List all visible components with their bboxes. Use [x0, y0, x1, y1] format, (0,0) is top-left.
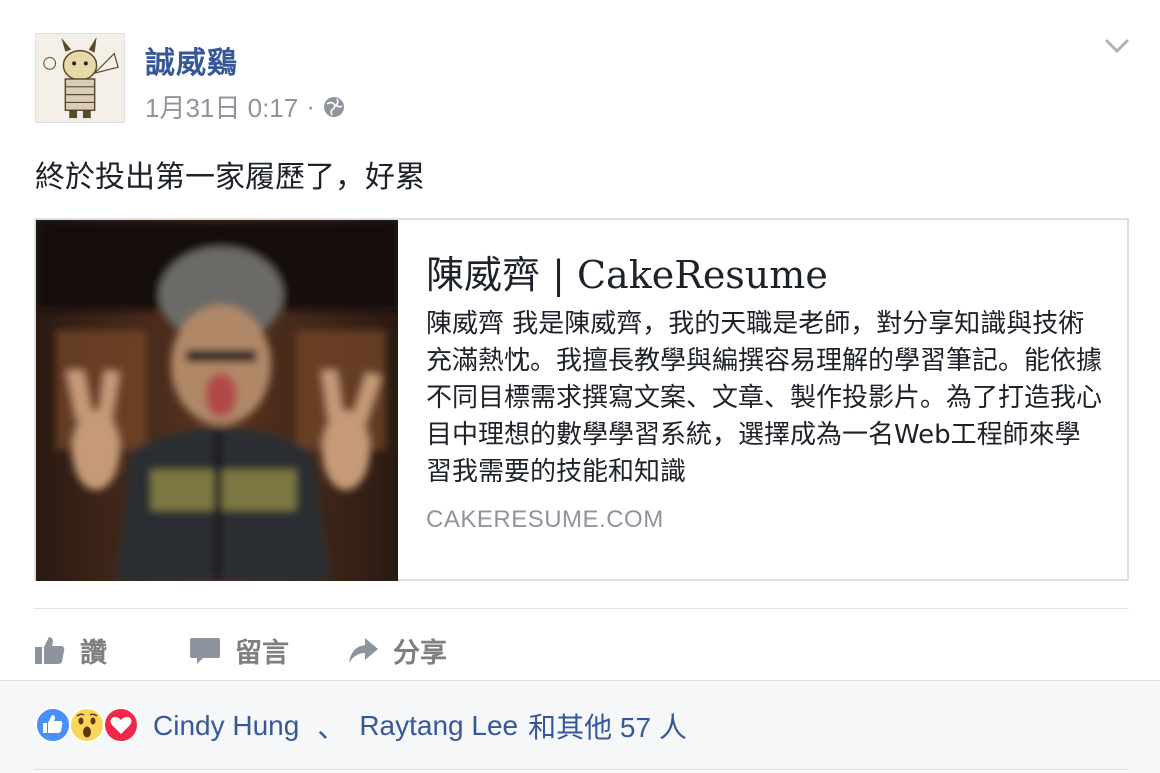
comment-label: 留言: [235, 637, 289, 669]
reactor-name-1[interactable]: Cindy Hung: [153, 710, 299, 742]
share-icon: [349, 638, 378, 663]
post-card: 誠威鷄 1月31日 0:17 · 終於投出第一家履歷了，好累 陳威齊 | Cak…: [0, 0, 1160, 773]
like-label: 讚: [80, 637, 107, 669]
thumbs-up-icon: [35, 637, 65, 664]
wow-reaction-icon: [69, 707, 105, 743]
reaction-names: Cindy Hung 、 Raytang Lee 和其他 57 人: [153, 706, 687, 746]
reaction-icons[interactable]: [34, 706, 139, 744]
bottom-divider: [34, 769, 1129, 770]
link-title[interactable]: 陳威齊 | CakeResume: [426, 244, 828, 299]
like-reaction-icon: [35, 707, 71, 743]
chevron-down-icon[interactable]: [1104, 36, 1130, 56]
link-preview[interactable]: 陳威齊 | CakeResume 陳威齊 我是陳威齊，我的天職是老師，對分享知識…: [34, 218, 1129, 581]
reactor-others[interactable]: 和其他 57 人: [528, 706, 687, 746]
post-timestamp[interactable]: 1月31日 0:17: [145, 88, 298, 125]
avatar-image: [36, 34, 124, 122]
reactor-name-2[interactable]: Raytang Lee: [359, 710, 518, 742]
person-photo: [36, 220, 398, 581]
link-description: 陳威齊 我是陳威齊，我的天職是老師，對分享知識與技術充滿熱忱。我擅長教學與編撰容…: [426, 309, 1103, 482]
author-name[interactable]: 誠威鷄: [145, 38, 238, 82]
like-button[interactable]: 讚: [34, 631, 107, 670]
share-button[interactable]: 分享: [347, 631, 447, 670]
divider: [34, 608, 1129, 609]
post-text: 終於投出第一家履歷了，好累: [35, 160, 425, 195]
link-thumbnail[interactable]: [36, 220, 398, 581]
meta-separator: ·: [306, 91, 315, 121]
link-domain: CAKERESUME.COM: [426, 506, 664, 533]
post-meta: 1月31日 0:17 ·: [145, 88, 345, 125]
share-label: 分享: [393, 637, 447, 669]
globe-icon[interactable]: [323, 96, 345, 118]
comment-icon: [190, 638, 220, 664]
action-bar: 讚 留言 分享: [34, 628, 505, 672]
comment-button[interactable]: 留言: [189, 631, 289, 670]
author-avatar[interactable]: [35, 33, 125, 123]
love-reaction-icon: [103, 707, 139, 743]
name-separator: 、: [317, 712, 346, 743]
